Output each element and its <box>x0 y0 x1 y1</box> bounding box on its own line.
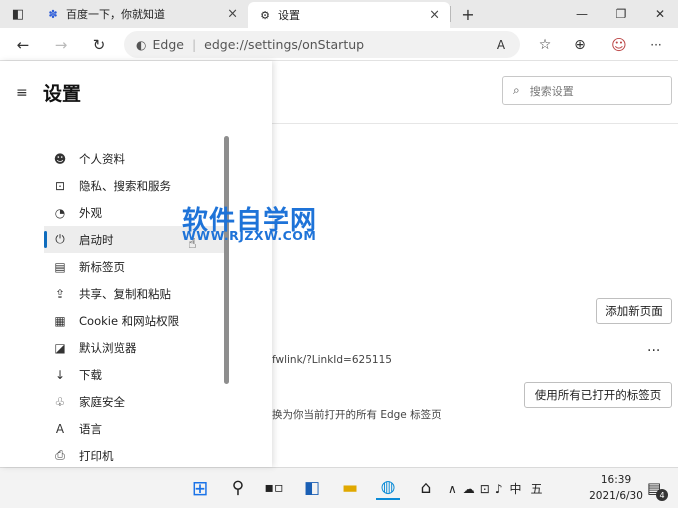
language-icon: A <box>55 421 65 436</box>
header-divider <box>272 123 678 124</box>
edge-icon: ◐ <box>136 37 147 52</box>
sidebar-item-label: 共享、复制和粘贴 <box>79 286 171 301</box>
sidebar-item-label: 启动时 <box>79 232 114 247</box>
tab-bar: ◧ ✽ 百度一下，你就知道 × ⚙ 设置 × + — ❐ ✕ <box>0 0 678 28</box>
search-icon: ⌕ <box>513 83 520 97</box>
sidebar-item-family-safety[interactable]: ♧ 家庭安全 <box>44 388 224 415</box>
power-icon: ⏻ <box>55 232 65 246</box>
sidebar-item-label: 外观 <box>79 205 102 220</box>
search-placeholder: 搜索设置 <box>529 84 574 98</box>
page-title: 设置 <box>43 83 82 105</box>
edge-taskbar-icon[interactable]: ◍ <box>376 476 400 500</box>
network-icon[interactable]: ⊡ <box>480 482 490 496</box>
sidebar-item-label: 语言 <box>79 421 102 436</box>
sidebar-item-privacy[interactable]: ⊡ 隐私、搜索和服务 <box>44 172 224 199</box>
site-permissions-icon: ▦ <box>54 313 66 328</box>
file-explorer-icon[interactable]: ▬ <box>338 476 362 500</box>
sidebar-scrollbar[interactable] <box>224 136 229 384</box>
sidebar-item-downloads[interactable]: ↓ 下载 <box>44 361 224 388</box>
volume-icon[interactable]: ♪ <box>495 482 503 496</box>
close-tab-icon[interactable]: × <box>429 8 440 23</box>
sidebar-item-label: 隐私、搜索和服务 <box>79 178 171 193</box>
clock-time: 16:39 <box>600 474 632 486</box>
ime-mode[interactable]: 中 <box>510 480 522 497</box>
sidebar-item-new-tab[interactable]: ▤ 新标签页 <box>44 253 224 280</box>
sidebar-item-cookies[interactable]: ▦ Cookie 和网站权限 <box>44 307 224 334</box>
address-brand: Edge <box>152 37 184 52</box>
close-window-button[interactable]: ✕ <box>642 0 678 28</box>
add-new-page-button[interactable]: 添加新页面 <box>596 298 672 324</box>
baidu-paw-icon: ✽ <box>48 7 58 21</box>
sidebar-item-profiles[interactable]: ☻ 个人资料 <box>44 145 224 172</box>
gear-icon: ⚙ <box>260 8 270 22</box>
store-icon[interactable]: ⌂ <box>414 476 438 500</box>
favorites-icon[interactable]: ☆ <box>530 28 560 61</box>
settings-sidebar: ≡ 设置 ☻ 个人资料 ⊡ 隐私、搜索和服务 ◔ 外观 ⏻ 启动时 ☝ ▤ 新标… <box>0 61 272 467</box>
palette-icon: ◔ <box>54 205 66 220</box>
back-button[interactable]: ← <box>8 28 38 61</box>
use-open-tabs-button[interactable]: 使用所有已打开的标签页 <box>524 382 672 408</box>
close-tab-icon[interactable]: × <box>227 7 238 22</box>
taskbar: ⊞ ⚲ ▪▫ ◧ ▬ ◍ ⌂ ∧ ☁ ⊡ ♪ 中 五 16:39 2021/6/… <box>0 467 678 508</box>
download-icon: ↓ <box>54 367 66 382</box>
new-tab-button[interactable]: + <box>450 0 486 28</box>
lock-icon: ⊡ <box>54 178 66 193</box>
address-separator: | <box>191 37 197 52</box>
ime-wubi[interactable]: 五 <box>531 480 543 497</box>
page-more-button[interactable]: ··· <box>647 343 660 359</box>
startup-page-url: fwlink/?LinkId=625115 <box>272 354 392 366</box>
profile-icon: ☻ <box>53 151 67 166</box>
tab-actions-icon[interactable]: ◧ <box>0 0 36 28</box>
printer-icon: ⎙ <box>55 448 65 462</box>
search-settings-input[interactable]: ⌕ 搜索设置 <box>502 76 672 105</box>
address-bar[interactable]: ◐ Edge | edge://settings/onStartup <box>124 31 520 58</box>
edge-window: ◧ ✽ 百度一下，你就知道 × ⚙ 设置 × + — ❐ ✕ ← → ↻ ◐ E… <box>0 0 678 508</box>
clock-date: 2021/6/30 <box>589 490 643 502</box>
sidebar-item-printers[interactable]: ⎙ 打印机 <box>44 442 224 469</box>
collections-icon[interactable]: ⊕ <box>565 28 595 61</box>
onedrive-icon[interactable]: ☁ <box>463 482 475 496</box>
restore-button[interactable]: ❐ <box>603 0 639 28</box>
new-tab-icon: ▤ <box>54 259 66 274</box>
replace-tabs-description: 换为你当前打开的所有 Edge 标签页 <box>272 409 442 421</box>
notification-badge: 4 <box>656 489 668 501</box>
tab-title: 百度一下，你就知道 <box>66 8 165 21</box>
tray-chevron-icon[interactable]: ∧ <box>448 482 457 496</box>
sidebar-item-label: 打印机 <box>79 448 114 463</box>
widgets-icon[interactable]: ◧ <box>300 476 324 500</box>
sidebar-item-label: 默认浏览器 <box>79 340 137 355</box>
family-icon: ♧ <box>54 394 66 409</box>
task-view-icon[interactable]: ▪▫ <box>262 476 286 500</box>
menu-icon[interactable]: ≡ <box>16 85 28 101</box>
system-tray: ∧ ☁ ⊡ ♪ 中 五 <box>448 468 578 508</box>
read-aloud-icon[interactable]: A <box>486 28 516 61</box>
sidebar-item-default-browser[interactable]: ◪ 默认浏览器 <box>44 334 224 361</box>
sidebar-item-label: 下载 <box>79 367 102 382</box>
watermark-url: WWW.RJZXW.COM <box>182 228 317 243</box>
sidebar-item-label: 家庭安全 <box>79 394 125 409</box>
refresh-button[interactable]: ↻ <box>84 28 114 61</box>
sidebar-item-label: 个人资料 <box>79 151 125 166</box>
sidebar-item-label: Cookie 和网站权限 <box>79 313 180 328</box>
search-icon[interactable]: ⚲ <box>226 476 250 500</box>
clock[interactable]: 16:39 2021/6/30 <box>586 472 646 504</box>
share-icon: ⇪ <box>54 286 66 301</box>
navigation-bar: ← → ↻ ◐ Edge | edge://settings/onStartup… <box>0 28 678 61</box>
more-menu-button[interactable]: ··· <box>641 28 671 61</box>
minimize-button[interactable]: — <box>564 0 600 28</box>
sidebar-item-languages[interactable]: A 语言 <box>44 415 224 442</box>
profile-avatar-icon[interactable]: ☺ <box>604 28 634 61</box>
sidebar-item-share-copy-paste[interactable]: ⇪ 共享、复制和粘贴 <box>44 280 224 307</box>
default-browser-icon: ◪ <box>54 340 66 355</box>
tab-baidu[interactable]: ✽ 百度一下，你就知道 × <box>36 0 248 28</box>
forward-button[interactable]: → <box>46 28 76 61</box>
address-url[interactable]: edge://settings/onStartup <box>204 37 364 52</box>
windows-start-icon[interactable]: ⊞ <box>188 476 212 500</box>
tab-settings[interactable]: ⚙ 设置 × <box>248 2 450 28</box>
tab-title: 设置 <box>278 9 300 22</box>
sidebar-item-label: 新标签页 <box>79 259 125 274</box>
